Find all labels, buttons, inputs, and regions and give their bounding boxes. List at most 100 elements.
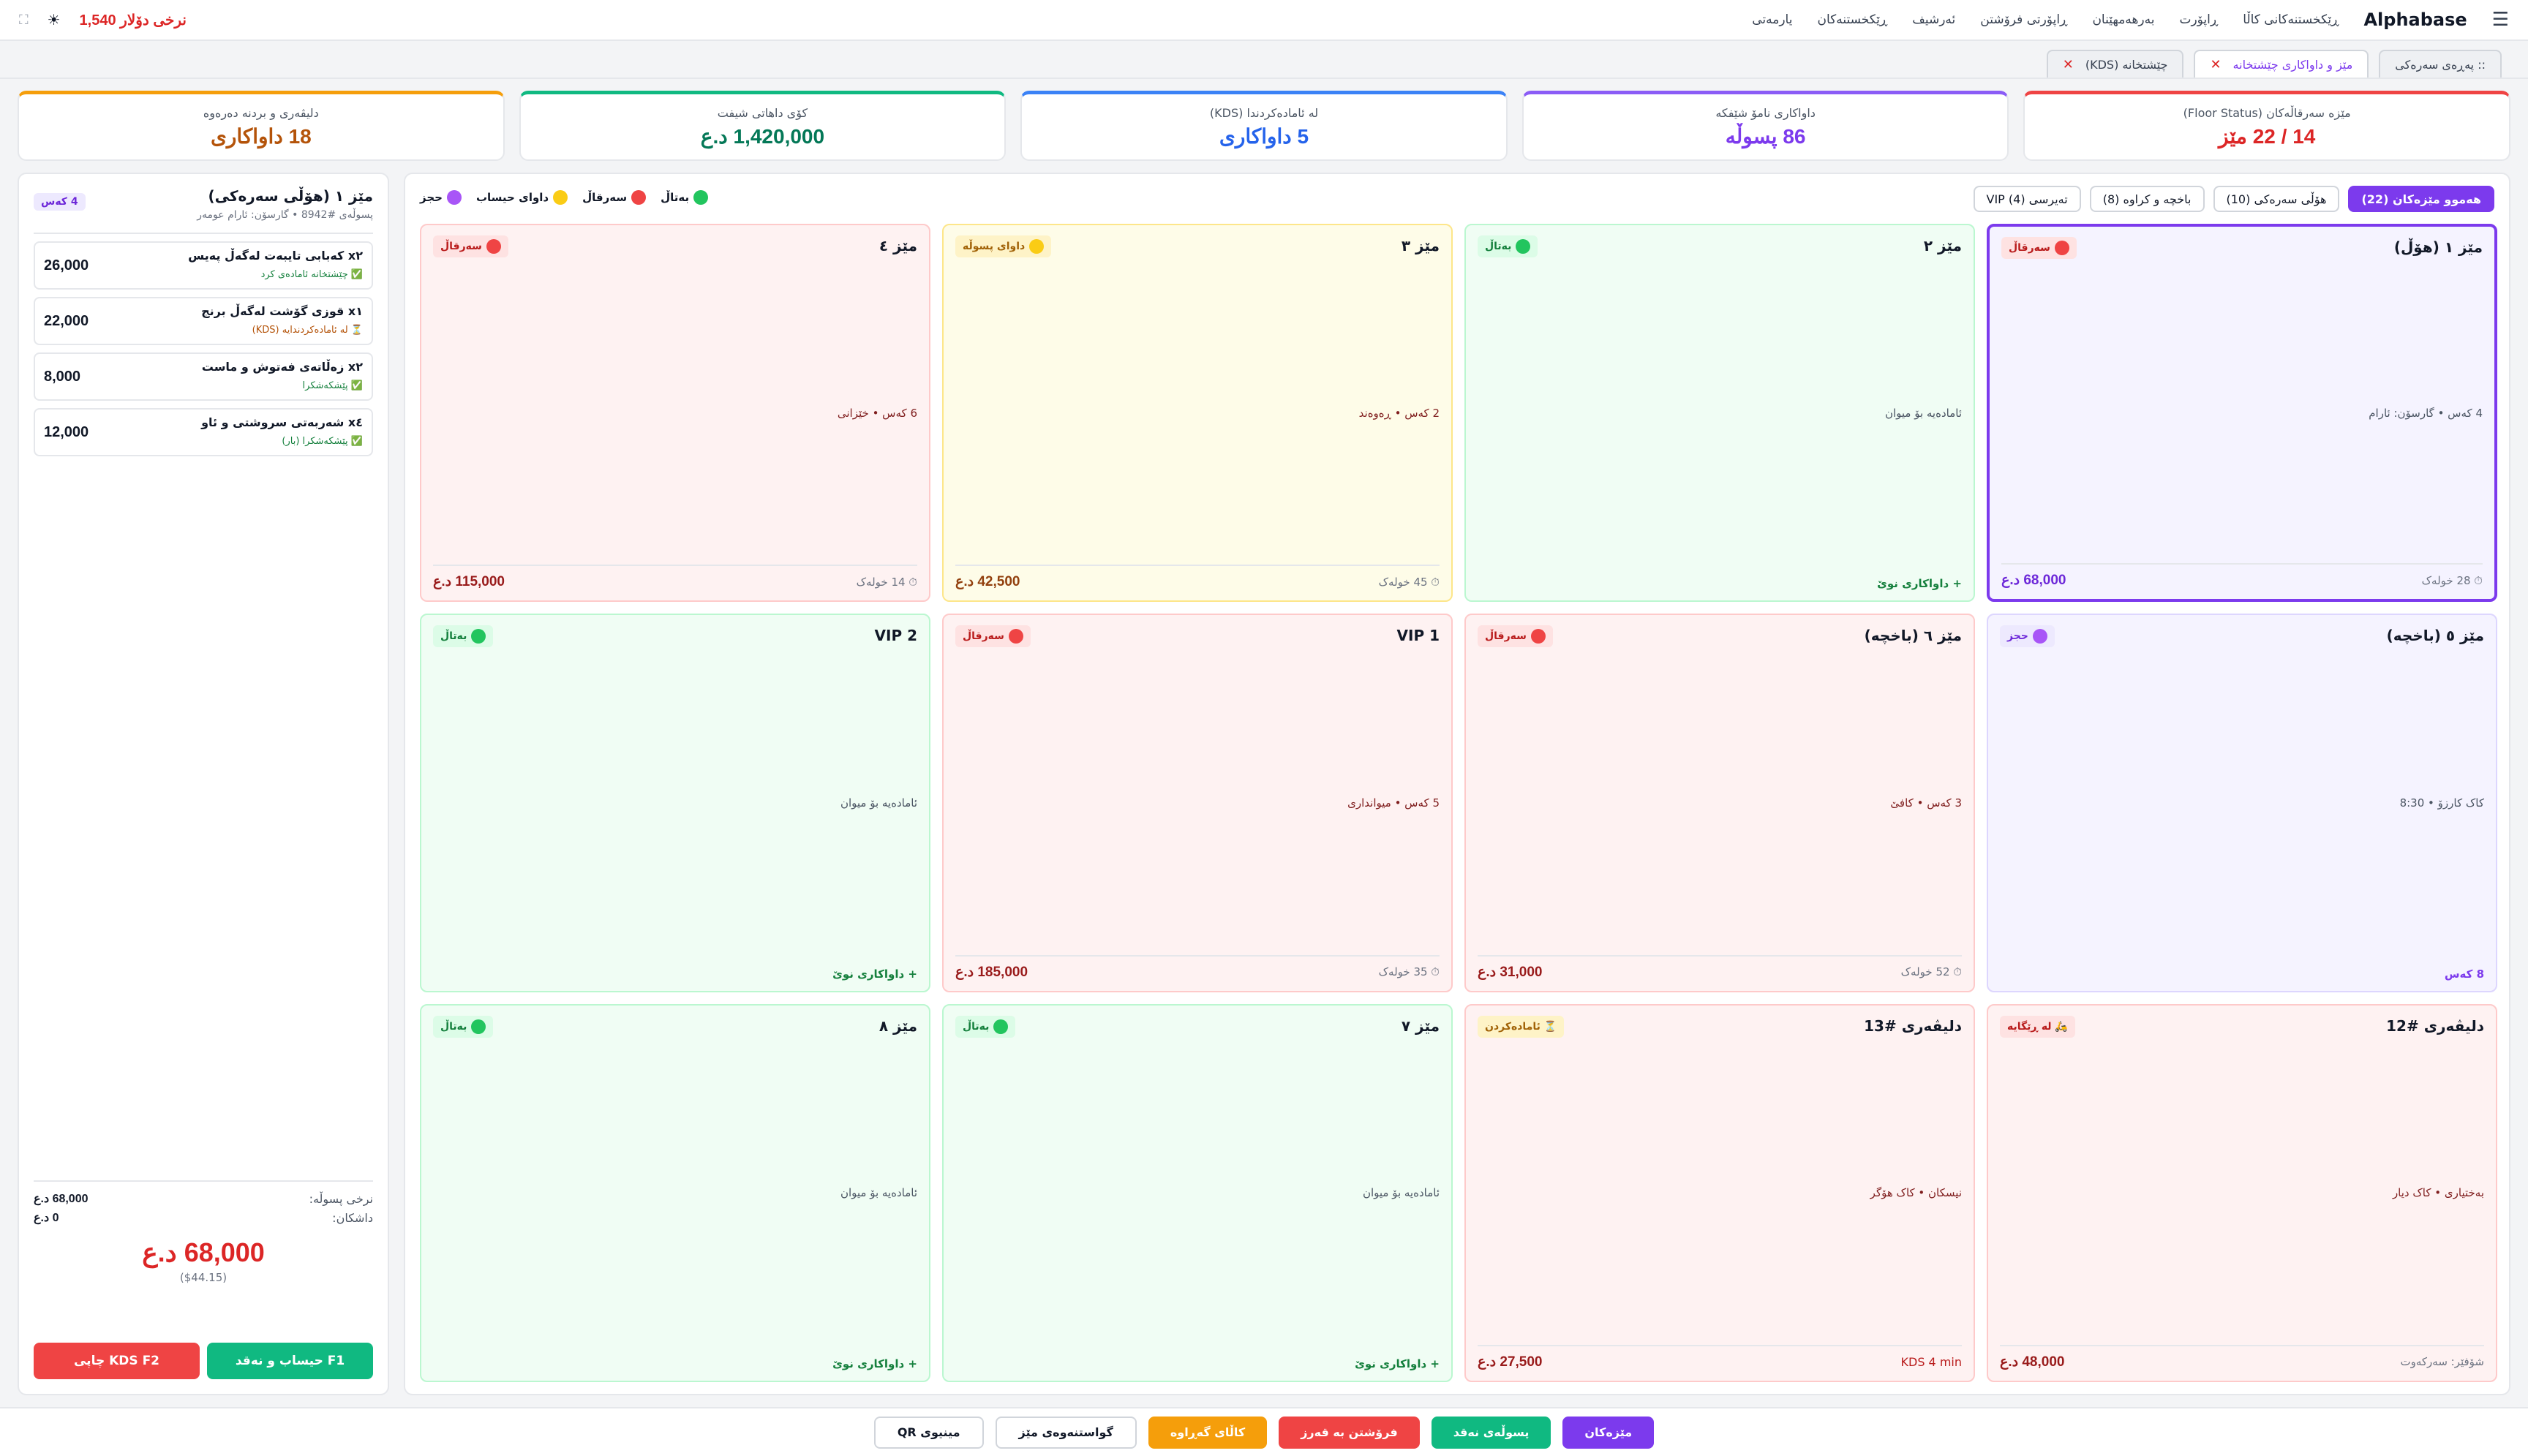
transfer-table-button[interactable]: گواستنەوەی مێز [995, 1416, 1137, 1449]
table-card[interactable]: مێز ١ (هۆڵ) سەرقاڵ 4 کەس • گارسۆن: ئارام… [1987, 224, 2497, 603]
table-card-info: 6 کەس • خێزانی [837, 406, 917, 420]
table-card[interactable]: مێز ٢ بەتاڵ ئامادەیە بۆ میوان + داواکاری… [1464, 224, 1975, 603]
nav-link-settings[interactable]: ڕێکخستنەکان [1817, 12, 1887, 27]
table-card[interactable]: مێز ٧ بەتاڵ ئامادەیە بۆ میوان + داواکاری… [942, 1003, 1453, 1382]
status-dot-icon [446, 190, 462, 205]
table-status-badge: ⏳ ئامادەکردن [1478, 1015, 1565, 1038]
order-item-status: ⏳ لە ئامادەکردندایە (KDS) [252, 325, 363, 336]
table-card[interactable]: مێز ٤ سەرقاڵ 6 کەس • خێزانی ⏱ 14 خولەک 1… [420, 224, 930, 603]
subtotal-row: نرخی پسوڵە: 68,000 د.ع [34, 1189, 373, 1208]
order-subtitle: پسوڵەی #8942 • گارسۆن: ئارام عومەر [197, 209, 373, 221]
table-card-meta: شۆفێر: سەرکەوت [2400, 1355, 2484, 1369]
nav-link-archive[interactable]: ئەرشیف [1912, 12, 1955, 27]
table-card-title: مێز ٨ [879, 1016, 917, 1035]
kpi-label: دلیڤەری و بردنە دەرەوە [203, 105, 319, 120]
returned-goods-button[interactable]: کاڵای گەڕاوە [1148, 1416, 1268, 1449]
kpi-label: کۆی داهاتی شیفت [717, 105, 808, 120]
table-status-badge: سەرقاڵ [433, 235, 508, 257]
nav-link-help[interactable]: یارمەتی [1752, 12, 1792, 27]
table-card-meta[interactable]: + داواکاری نوێ [832, 967, 917, 981]
table-card-meta[interactable]: + داواکاری نوێ [1877, 577, 1962, 590]
qr-menu-button[interactable]: مینیوی QR [873, 1416, 984, 1449]
hamburger-icon[interactable]: ☰ [2492, 9, 2509, 31]
close-icon[interactable]: ✕ [2063, 57, 2074, 72]
dollar-rate: نرخی دۆلار 1,540 [79, 12, 187, 29]
legend-label: بەتاڵ [661, 191, 690, 204]
tab-tables-orders[interactable]: مێز و داواکاری چێشتخانە ✕ [2194, 50, 2369, 78]
table-card[interactable]: مێز ٣ داوای پسوڵە 2 کەس • ڕەوەند ⏱ 45 خو… [942, 224, 1453, 603]
sun-icon[interactable]: ☀ [48, 11, 61, 29]
order-item[interactable]: x٤ شەربەتی سروشتی و ئاو ✅ پێشکەشکرا (بار… [34, 408, 373, 456]
kpi-value: 18 داواکاری [210, 124, 312, 148]
table-card[interactable]: دلیڤەری #13 ⏳ ئامادەکردن نیسکان • کاک هۆ… [1464, 1003, 1975, 1382]
table-card-info: نیسکان • کاک هۆگر [1870, 1186, 1962, 1200]
table-status-badge: حجز [2000, 625, 2055, 648]
table-status-badge: 🛵 لە ڕێگایە [2000, 1015, 2075, 1038]
order-item[interactable]: x٢ کەبابی تایبەت لەگەڵ پەیس ✅ چێشتخانە ئ… [34, 241, 373, 290]
status-label: سەرقاڵ [2009, 242, 2050, 254]
status-dot-icon [471, 629, 486, 644]
table-card[interactable]: مێز ٦ (باخچە) سەرقاڵ 3 کەس • کافێ ⏱ 52 خ… [1464, 614, 1975, 992]
tab-home[interactable]: :: پەڕەی سەرەکی [2379, 50, 2502, 78]
kpi-card-delivery: دلیڤەری و بردنە دەرەوە 18 داواکاری [18, 91, 505, 161]
table-card[interactable]: مێز ٨ بەتاڵ ئامادەیە بۆ میوان + داواکاری… [420, 1003, 930, 1382]
grand-total: 68,000 د.ع [142, 1237, 265, 1267]
table-status-badge: بەتاڵ [955, 1015, 1016, 1038]
table-card-info: ئامادەیە بۆ میوان [840, 1186, 917, 1200]
discount-value: 0 د.ع [34, 1212, 59, 1224]
status-dot-icon [693, 190, 709, 205]
filter-garden[interactable]: باخچە و کراوە (8) [2089, 186, 2205, 212]
filter-main-hall[interactable]: هۆڵی سەرەکی (10) [2213, 186, 2340, 212]
bottom-toolbar: مێزەکان پسوڵەی نەقد فرۆشتن بە قەرز کاڵای گە… [0, 1407, 2528, 1456]
filter-all-tables[interactable]: هەموو مێزەکان (22) [2348, 186, 2494, 212]
kpi-value: 1,420,000 د.ع [700, 124, 825, 148]
order-item[interactable]: x١ قوزی گۆشت لەگەڵ برنج ⏳ لە ئامادەکردند… [34, 297, 373, 345]
tables-button[interactable]: مێزەکان [1562, 1416, 1655, 1449]
nav-link-report[interactable]: ڕاپۆرت [2179, 12, 2218, 27]
legend-free: بەتاڵ [661, 190, 709, 205]
order-item[interactable]: x٢ زەڵاتەی فەتوش و ماست ✅ پێشکەشکرا 8,00… [34, 352, 373, 401]
table-card-meta: ⏱ 35 خولەک [1378, 965, 1440, 979]
discount-label: داشکان: [332, 1210, 373, 1225]
legend-reserved: حجز [420, 190, 462, 205]
table-card[interactable]: VIP 2 بەتاڵ ئامادەیە بۆ میوان + داواکاری… [420, 614, 930, 992]
nav-left-group: نرخی دۆلار 1,540 ☀ ⛶ [19, 11, 187, 29]
print-kds-button[interactable]: KDS F2 چاپی [34, 1343, 200, 1379]
legend-bill: داوای حیساب [476, 190, 568, 205]
table-card-footer: شۆفێر: سەرکەوت 48,000 د.ع [2000, 1344, 2484, 1370]
legend-label: داوای حیساب [475, 191, 549, 204]
nav-link-production[interactable]: بەرهەمهێنان [2092, 12, 2154, 27]
table-card-meta[interactable]: + داواکاری نوێ [832, 1357, 917, 1370]
subtotal-value: 68,000 د.ع [34, 1193, 89, 1205]
status-label: سەرقاڵ [1485, 630, 1527, 643]
status-label: داوای پسوڵە [963, 241, 1026, 252]
order-title: مێز ١ (هۆڵی سەرەکی) [208, 187, 373, 205]
filter-vip[interactable]: تەیرسی VIP (4) [1973, 186, 2081, 212]
close-icon[interactable]: ✕ [2210, 57, 2221, 72]
table-card-title: VIP 1 [1396, 627, 1440, 645]
table-card-footer: + داواکاری نوێ [955, 1350, 1440, 1370]
table-card[interactable]: مێز ٥ (باخچە) حجز کاک کارزۆ • 8:30 8 کەس [1987, 614, 2497, 992]
order-item-price: 8,000 [44, 369, 81, 385]
table-card-info: بەختیاری • کاک دیار [2392, 1186, 2484, 1200]
status-dot-icon [553, 190, 568, 205]
tab-kds[interactable]: چێشتخانە (KDS) ✕ [2046, 50, 2184, 78]
pay-cash-button[interactable]: F1 حیساب و نەقد [207, 1343, 373, 1379]
cash-receipt-button[interactable]: پسوڵەی نەقد [1431, 1416, 1551, 1449]
table-card-amount: 48,000 د.ع [2000, 1354, 2065, 1370]
tab-label: :: پەڕەی سەرەکی [2395, 57, 2486, 72]
status-dot-icon [1530, 629, 1546, 644]
fullscreen-icon[interactable]: ⛶ [19, 12, 29, 28]
table-card-info: کاک کارزۆ • 8:30 [2399, 796, 2484, 810]
nav-link-product-settings[interactable]: ڕێکخستنەکانی کاڵا [2243, 12, 2339, 27]
table-card-footer: + داواکاری نوێ [1478, 570, 1962, 590]
nav-link-sales-report[interactable]: ڕاپۆرتی فرۆشتن [1980, 12, 2067, 27]
table-card[interactable]: VIP 1 سەرقاڵ 5 کەس • میوانداری ⏱ 35 خولە… [942, 614, 1453, 992]
status-label: سەرقاڵ [440, 241, 482, 252]
credit-sale-button[interactable]: فرۆشتن بە قەرز [1279, 1416, 1420, 1449]
table-card-amount: 115,000 د.ع [433, 574, 505, 590]
kpi-card-tables: مێزە سەرقاڵەکان (Floor Status) 14 / 22 مێ… [2023, 91, 2510, 161]
table-card-meta: ⏱ 52 خولەک [1900, 965, 1962, 979]
table-card-meta[interactable]: + داواکاری نوێ [1355, 1357, 1440, 1370]
table-card[interactable]: دلیڤەری #12 🛵 لە ڕێگایە بەختیاری • کاک د… [1987, 1003, 2497, 1382]
